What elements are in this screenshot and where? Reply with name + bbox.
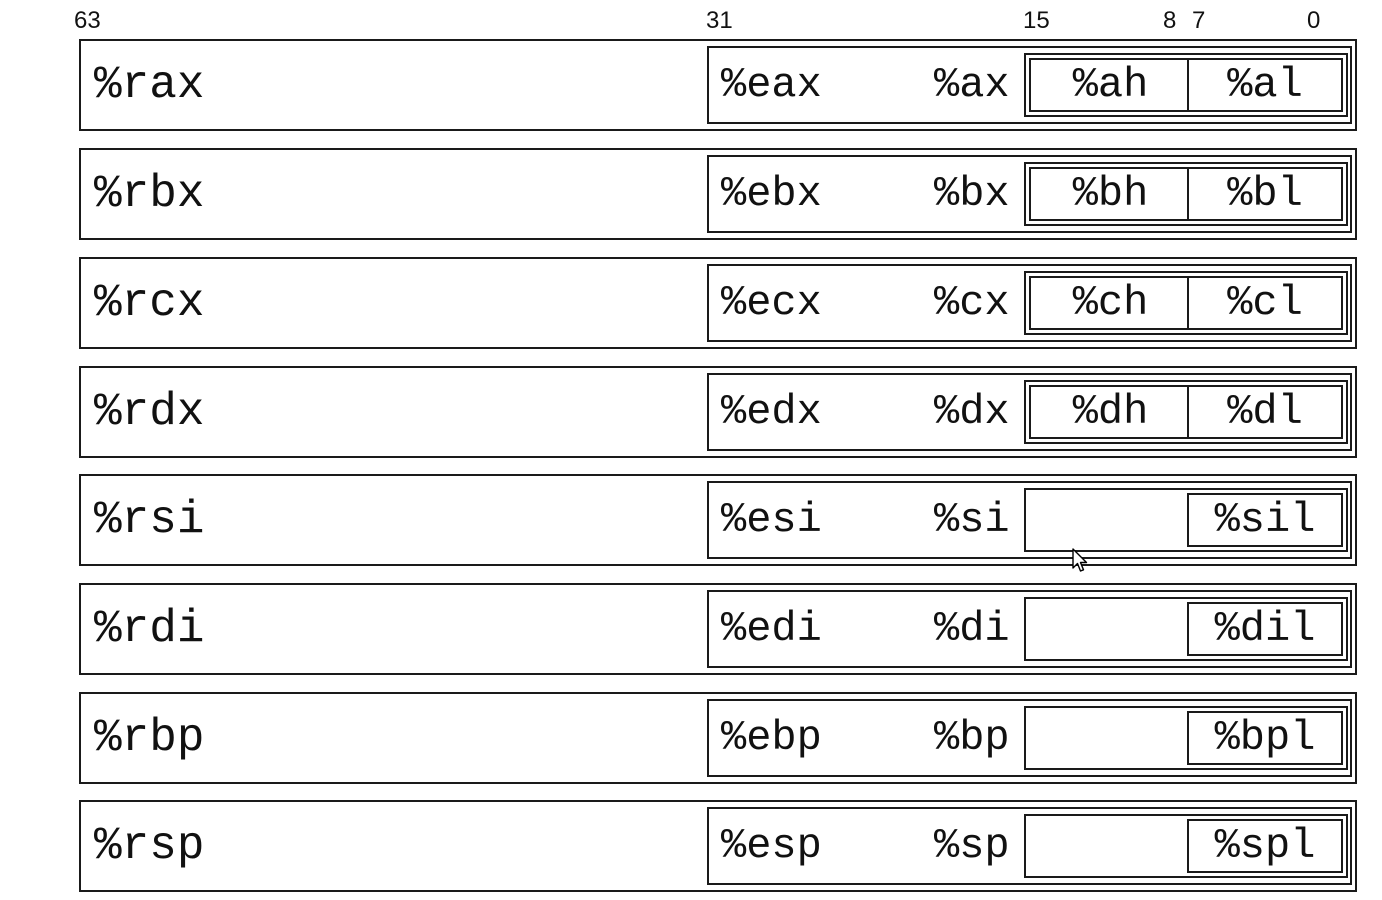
register-low-byte: %bpl	[1187, 711, 1343, 765]
register-16bit-name: %bp	[934, 714, 1010, 762]
register-64bit-name: %rsi	[94, 494, 205, 546]
register-32bit-box: %ecx %cx %ch %cl	[707, 264, 1352, 342]
register-32bit-box: %ebp %bp %bpl	[707, 699, 1352, 777]
register-32bit-name: %ecx	[721, 279, 822, 327]
register-16bit-name: %ax	[934, 61, 1010, 109]
register-16bit-name: %si	[934, 496, 1010, 544]
register-high-byte: %ah	[1029, 58, 1192, 112]
register-low-byte: %spl	[1187, 819, 1343, 873]
register-row: %rsp %esp %sp %spl	[79, 800, 1357, 892]
register-high-byte: %ch	[1029, 276, 1192, 330]
register-low-byte: %dl	[1187, 385, 1343, 439]
register-16bit-name: %bx	[934, 170, 1010, 218]
register-16bit-box: %dh %dl	[1024, 380, 1348, 444]
register-row: %rax %eax %ax %ah %al	[79, 39, 1357, 131]
register-low-byte: %al	[1187, 58, 1343, 112]
register-32bit-box: %edi %di %dil	[707, 590, 1352, 668]
mouse-pointer-icon	[1072, 548, 1088, 572]
register-low-byte: %sil	[1187, 493, 1343, 547]
bit-label-8: 8	[1163, 7, 1177, 34]
register-32bit-name: %edi	[721, 605, 822, 653]
register-16bit-box: %bpl	[1024, 706, 1348, 770]
register-32bit-name: %ebx	[721, 170, 822, 218]
register-32bit-name: %edx	[721, 388, 822, 436]
register-low-byte: %cl	[1187, 276, 1343, 330]
register-32bit-box: %ebx %bx %bh %bl	[707, 155, 1352, 233]
register-row: %rdx %edx %dx %dh %dl	[79, 366, 1357, 458]
register-16bit-box: %spl	[1024, 814, 1348, 878]
register-32bit-name: %esp	[721, 822, 822, 870]
register-row: %rbp %ebp %bp %bpl	[79, 692, 1357, 784]
register-row: %rsi %esi %si %sil	[79, 474, 1357, 566]
register-16bit-name: %dx	[934, 388, 1010, 436]
register-32bit-box: %edx %dx %dh %dl	[707, 373, 1352, 451]
register-row: %rbx %ebx %bx %bh %bl	[79, 148, 1357, 240]
bit-label-0: 0	[1307, 7, 1321, 34]
register-row: %rdi %edi %di %dil	[79, 583, 1357, 675]
bit-label-31: 31	[706, 7, 733, 34]
register-64bit-name: %rdx	[94, 386, 205, 438]
bit-label-15: 15	[1023, 7, 1050, 34]
register-high-byte: %dh	[1029, 385, 1192, 439]
register-16bit-name: %cx	[934, 279, 1010, 327]
bit-label-7: 7	[1192, 7, 1206, 34]
register-16bit-box: %ah %al	[1024, 53, 1348, 117]
register-64bit-name: %rcx	[94, 277, 205, 329]
register-64bit-name: %rbx	[94, 168, 205, 220]
register-64bit-name: %rbp	[94, 712, 205, 764]
register-low-byte: %dil	[1187, 602, 1343, 656]
register-32bit-name: %esi	[721, 496, 822, 544]
register-32bit-box: %esi %si %sil	[707, 481, 1352, 559]
register-32bit-name: %ebp	[721, 714, 822, 762]
register-32bit-box: %eax %ax %ah %al	[707, 46, 1352, 124]
register-16bit-box: %sil	[1024, 488, 1348, 552]
register-64bit-name: %rax	[94, 59, 205, 111]
register-row: %rcx %ecx %cx %ch %cl	[79, 257, 1357, 349]
register-16bit-name: %sp	[934, 822, 1010, 870]
register-low-byte: %bl	[1187, 167, 1343, 221]
register-16bit-box: %bh %bl	[1024, 162, 1348, 226]
register-16bit-box: %dil	[1024, 597, 1348, 661]
register-64bit-name: %rdi	[94, 603, 205, 655]
register-16bit-name: %di	[934, 605, 1010, 653]
register-16bit-box: %ch %cl	[1024, 271, 1348, 335]
register-high-byte: %bh	[1029, 167, 1192, 221]
register-32bit-name: %eax	[721, 61, 822, 109]
bit-label-63: 63	[74, 7, 101, 34]
register-64bit-name: %rsp	[94, 820, 205, 872]
register-32bit-box: %esp %sp %spl	[707, 807, 1352, 885]
